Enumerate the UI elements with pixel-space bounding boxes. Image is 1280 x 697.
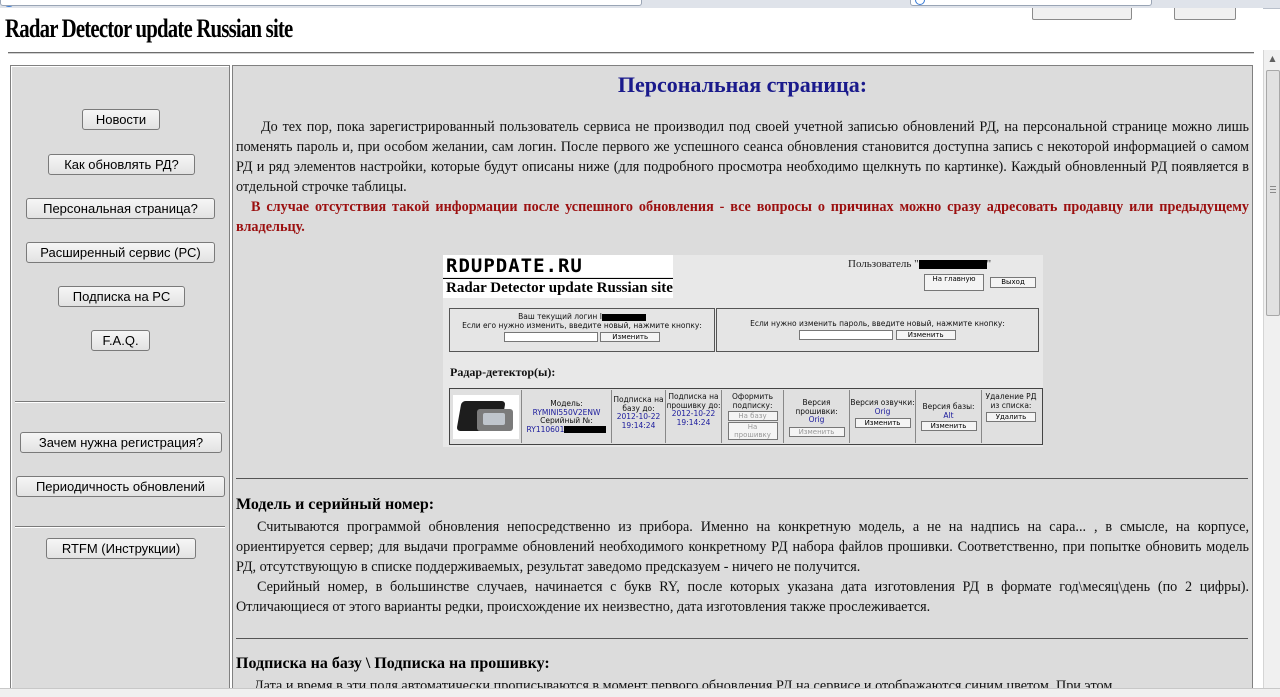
subscribe-label: Оформить подписку: <box>732 392 773 410</box>
browser-search-field[interactable] <box>910 0 1152 6</box>
screenshot-login-panel: Ваш текущий логин I Если его нужно измен… <box>449 308 715 352</box>
scroll-up-arrow-icon[interactable]: ▲ <box>1264 50 1280 67</box>
nav-button-subscription[interactable]: Подписка на РС <box>58 286 185 307</box>
screenshot-logo-top: RDUPDATE.RU <box>443 255 673 277</box>
password-input <box>799 330 894 340</box>
subscribe-cell: Оформить подписку: На базу На прошивку <box>722 390 784 443</box>
screenshot-radar-heading: Радар-детектор(ы): <box>450 365 556 379</box>
screenshot-user-label: Пользователь " " <box>848 258 991 270</box>
password-change-button: Изменить <box>895 330 956 340</box>
base-version-value: Alt <box>943 410 954 420</box>
base-change-button: Изменить <box>920 421 977 431</box>
sidebar-nav: Новости Как обновлять РД? Персональная с… <box>10 65 230 688</box>
nav-button-update-frequency[interactable]: Периодичность обновлений <box>16 476 225 497</box>
on-firmware-button: На прошивку <box>727 422 778 440</box>
section-title-model-serial: Модель и серийный номер: <box>236 496 435 513</box>
sidebar-divider <box>15 401 225 403</box>
model-cell: Модель: RYMINI550V2ENW Серийный №: RY110… <box>522 390 612 443</box>
top-right-button-1[interactable] <box>1032 8 1132 20</box>
screenshot-exit-button: Выход <box>990 277 1036 288</box>
scrollbar-thumb[interactable] <box>1266 70 1280 316</box>
section2-paragraph1: Дата и время в эти поля автоматически пр… <box>254 678 1113 688</box>
device-image-cell <box>450 390 522 443</box>
nav-button-news[interactable]: Новости <box>82 109 160 130</box>
warning-paragraph: В случае отсутствия такой информации пос… <box>236 199 1249 235</box>
password-panel-text: Если нужно изменить пароль, введите новы… <box>750 319 1005 328</box>
firmware-subscription-cell: Подписка на прошивку до: 2012-10-22 19:1… <box>666 390 722 443</box>
header-divider <box>8 52 1254 54</box>
login-input <box>503 332 598 342</box>
nav-button-personal-page[interactable]: Персональная страница? <box>26 198 215 219</box>
personal-page-screenshot[interactable]: RDUPDATE.RU Radar Detector update Russia… <box>443 255 1043 447</box>
page: Radar Detector update Russian site Новос… <box>0 8 1263 688</box>
redacted-username <box>918 259 987 269</box>
user-label-text: Пользователь " <box>848 258 919 270</box>
login-panel-line2: Если его нужно изменить, введите новый, … <box>462 321 702 330</box>
delete-label: Удаление РД из списка: <box>985 392 1037 410</box>
base-subscription-label: Подписка на базу до: <box>613 395 664 413</box>
page-title: Персональная страница: <box>617 72 868 97</box>
sidebar-divider <box>15 526 225 528</box>
login-panel-line1: Ваш текущий логин I <box>518 312 602 321</box>
voice-version-value: Orig <box>874 406 891 416</box>
intro-paragraph: До тех пор, пока зарегистрированный поль… <box>236 119 1249 195</box>
nav-button-rtfm[interactable]: RTFM (Инструкции) <box>46 538 196 559</box>
site-logo[interactable]: Radar Detector update Russian site <box>5 12 293 46</box>
base-subscription-cell: Подписка на базу до: 2012-10-22 19:14:24 <box>612 390 666 443</box>
vertical-scrollbar[interactable]: ▲ <box>1263 50 1280 688</box>
address-bar[interactable] <box>0 0 642 6</box>
firmware-change-button: Изменить <box>788 426 845 437</box>
base-subscription-time: 19:14:24 <box>621 420 656 430</box>
section1-paragraph1: Считываются программой обновления непоср… <box>236 519 1249 575</box>
section1-paragraph2: Серийный номер, в большинстве случаев, н… <box>236 579 1249 615</box>
section-divider <box>236 638 1248 639</box>
screenshot-home-button: На главную <box>924 274 984 291</box>
delete-button: Удалить <box>986 412 1036 422</box>
top-right-button-2[interactable] <box>1174 8 1236 20</box>
delete-cell: Удаление РД из списка: Удалить <box>982 390 1040 443</box>
nav-button-why-register[interactable]: Зачем нужна регистрация? <box>20 432 222 453</box>
firmware-subscription-label: Подписка на прошивку до: <box>666 392 721 410</box>
radar-detector-image <box>453 395 519 439</box>
nav-button-how-to-update[interactable]: Как обновлять РД? <box>48 154 195 175</box>
serial-value: RY110601 <box>526 424 565 434</box>
user-label-quote: " <box>986 258 992 270</box>
voice-change-button: Изменить <box>854 418 911 428</box>
nav-button-extended-service[interactable]: Расширенный сервис (РС) <box>26 242 215 263</box>
screenshot-password-panel: Если нужно изменить пароль, введите новы… <box>716 308 1039 352</box>
firmware-version-label: Версия прошивки: <box>795 398 838 416</box>
voice-version-cell: Версия озвучки: Orig Изменить <box>850 390 916 443</box>
section-divider <box>236 478 1248 479</box>
section-title-subscriptions: Подписка на базу \ Подписка на прошивку: <box>236 655 550 672</box>
firmware-subscription-time: 19:14:24 <box>676 417 711 427</box>
on-base-button: На базу <box>727 411 778 421</box>
screenshot-device-row: Модель: RYMINI550V2ENW Серийный №: RY110… <box>449 388 1043 445</box>
redacted-serial <box>564 426 607 433</box>
main-content: Персональная страница: До тех пор, пока … <box>232 65 1253 688</box>
nav-button-faq[interactable]: F.A.Q. <box>91 330 150 351</box>
screenshot-logo-bottom: Radar Detector update Russian site <box>443 278 673 298</box>
firmware-version-value: Orig <box>808 415 825 424</box>
login-change-button: Изменить <box>600 332 661 342</box>
redacted-login <box>601 313 646 321</box>
base-version-cell: Версия базы: Alt Изменить <box>916 390 982 443</box>
firmware-version-cell: Версия прошивки: Orig Изменить <box>784 390 850 443</box>
